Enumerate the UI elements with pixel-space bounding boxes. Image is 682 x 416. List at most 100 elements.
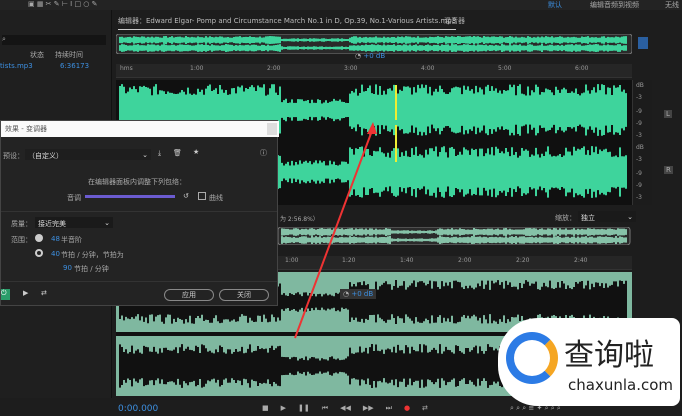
file-row[interactable]: tists.mp3 6:36173	[0, 62, 110, 72]
dialog-title-bar[interactable]: 效果 - 变调器	[1, 121, 279, 137]
db-label: -3	[636, 132, 642, 139]
forward-icon[interactable]: ▶▶	[363, 404, 374, 412]
ruler-label: hms	[120, 65, 133, 72]
db-label: -9	[636, 170, 642, 177]
ruler-label: 2:00	[267, 65, 281, 72]
channel-R[interactable]: R	[664, 166, 673, 174]
curve-label: 曲线	[209, 194, 223, 202]
tab-mixer[interactable]: 混音器	[444, 16, 465, 26]
workspace-default[interactable]: 默认	[548, 0, 562, 10]
panel-menu-icon[interactable]	[638, 37, 648, 49]
ruler-label: 3:00	[344, 65, 358, 72]
reset-icon[interactable]: ↺	[183, 192, 189, 200]
ruler-label: 2:00	[458, 257, 472, 264]
db-label: dB	[636, 82, 644, 89]
skip-end-icon[interactable]: ⏭	[386, 404, 392, 412]
volume-value-2: +0 dB	[351, 290, 374, 298]
db-label: -3	[636, 94, 642, 101]
toolbar-icons[interactable]: ▣ ▦ ✂ ✎ ⊢ I □ ○ ✎	[28, 0, 98, 8]
curve-checkbox[interactable]	[198, 192, 206, 200]
ruler-label: 4:00	[421, 65, 435, 72]
quality-label: 质量：	[11, 220, 32, 228]
envelope-hint: 在编辑器面板内调整下列包络：	[88, 178, 186, 186]
db-label: -9	[636, 120, 642, 127]
ruler-label: 2:40	[574, 257, 588, 264]
transport-controls[interactable]: ■ ▶ ❚❚ ⏮ ◀◀ ▶▶ ⏭ ● ⇄	[262, 404, 440, 413]
hud-volume-2[interactable]: ◔ +0 dB	[340, 289, 377, 299]
file-name: tists.mp3	[0, 62, 33, 70]
close-button[interactable]: 关闭	[219, 289, 269, 301]
stop-icon[interactable]: ■	[262, 404, 269, 412]
zoom-value: 独立	[581, 214, 595, 222]
db-label: -9	[636, 182, 642, 189]
waveform-trace	[119, 44, 627, 52]
ruler-label: 1:00	[285, 257, 299, 264]
file-duration: 6:36173	[60, 62, 90, 70]
skip-back-icon[interactable]: ⏮	[322, 404, 328, 412]
hud-volume[interactable]: ◔ +0 dB	[355, 52, 385, 60]
radio-semitone[interactable]	[35, 234, 43, 242]
col-duration[interactable]: 持续时间	[55, 50, 83, 60]
time-ruler[interactable]: hms 1:00 2:00 3:00 4:00 5:00 6:00	[116, 64, 632, 78]
download-icon[interactable]: ⤓	[158, 149, 161, 158]
play-icon[interactable]: ▶	[23, 289, 28, 297]
pitch-shifter-dialog: 效果 - 变调器 预设： （自定义） ⌄ ⤓ 🗑 ★ ⓘ 在编辑器面板内调整下列包…	[0, 120, 279, 306]
bpm-label: 节拍 / 分钟，节拍为	[61, 251, 124, 259]
time-ruler-2[interactable]: 1:00 1:20 1:40 2:00 2:20 2:40	[278, 256, 632, 270]
pitch-envelope[interactable]	[85, 195, 175, 198]
db-label: -9	[636, 108, 642, 115]
db-scale: dB -3 -9 -9 -3 dB -3 -9 -9 -3	[632, 80, 652, 205]
watermark-text: 查询啦	[564, 338, 654, 373]
ruler-label: 1:40	[400, 257, 414, 264]
zoom-select[interactable]: 独立 ⌄	[578, 211, 636, 222]
preset-select[interactable]: （自定义） ⌄	[25, 149, 151, 160]
divider	[1, 211, 277, 212]
loop-icon[interactable]: ⇄	[422, 404, 428, 412]
beat-value[interactable]: 90	[63, 264, 72, 272]
power-icon[interactable]: ⏻	[1, 289, 10, 300]
close-icon[interactable]	[267, 123, 277, 135]
tab-editor[interactable]: 编辑器：Edward Elgar- Pomp and Circumstance …	[118, 16, 457, 30]
quality-value: 接近完美	[38, 220, 66, 228]
dialog-title: 效果 - 变调器	[5, 125, 47, 133]
ruler-label: 6:00	[575, 65, 589, 72]
top-toolbar: ▣ ▦ ✂ ✎ ⊢ I □ ○ ✎ 默认 编辑音频到视频 无线	[0, 0, 682, 10]
workspace-wireless[interactable]: 无线	[665, 0, 679, 10]
preset-label: 预设：	[3, 152, 24, 160]
trash-icon[interactable]: 🗑	[173, 149, 182, 157]
overview-waveform-2[interactable]	[278, 227, 632, 245]
preset-value: （自定义）	[28, 152, 63, 160]
watermark: 查询啦 chaxunla.com	[498, 318, 680, 406]
overview-waveform[interactable]	[116, 34, 632, 54]
loop-icon[interactable]: ⇄	[41, 289, 47, 297]
beat-label: 节拍 / 分钟	[74, 265, 109, 273]
star-icon[interactable]: ★	[193, 148, 199, 156]
divider	[1, 281, 277, 282]
db-label: dB	[636, 144, 644, 151]
rewind-icon[interactable]: ◀◀	[340, 404, 351, 412]
bpm-value[interactable]: 40	[51, 250, 60, 258]
info-icon[interactable]: ⓘ	[260, 148, 267, 158]
semitone-value[interactable]: 48	[51, 235, 60, 243]
channel-L[interactable]: L	[664, 110, 672, 118]
ruler-label: 1:00	[190, 65, 204, 72]
apply-button[interactable]: 应用	[164, 289, 214, 301]
volume-value: +0 dB	[363, 52, 386, 60]
editor-tabs: 编辑器：Edward Elgar- Pomp and Circumstance …	[114, 12, 634, 30]
semitone-label: 半音阶	[61, 236, 82, 244]
db-label: -3	[636, 194, 642, 201]
search-input[interactable]: ⌕	[2, 35, 106, 45]
radio-bpm[interactable]	[35, 249, 43, 257]
ruler-label: 5:00	[498, 65, 512, 72]
play-icon[interactable]: ▶	[281, 404, 286, 412]
col-status[interactable]: 状态	[30, 50, 44, 60]
zoom-label: 缩放：	[555, 214, 576, 222]
time-display: 0:00.000	[118, 404, 159, 414]
quality-select[interactable]: 接近完美 ⌄	[35, 217, 113, 228]
ruler-label: 2:20	[516, 257, 530, 264]
info-text: 为 2:56.8%）	[280, 216, 319, 223]
pitch-label: 音调	[67, 194, 81, 202]
record-icon[interactable]: ●	[404, 404, 410, 412]
workspace-edit-av[interactable]: 编辑音频到视频	[590, 0, 639, 10]
pause-icon[interactable]: ❚❚	[298, 404, 310, 412]
